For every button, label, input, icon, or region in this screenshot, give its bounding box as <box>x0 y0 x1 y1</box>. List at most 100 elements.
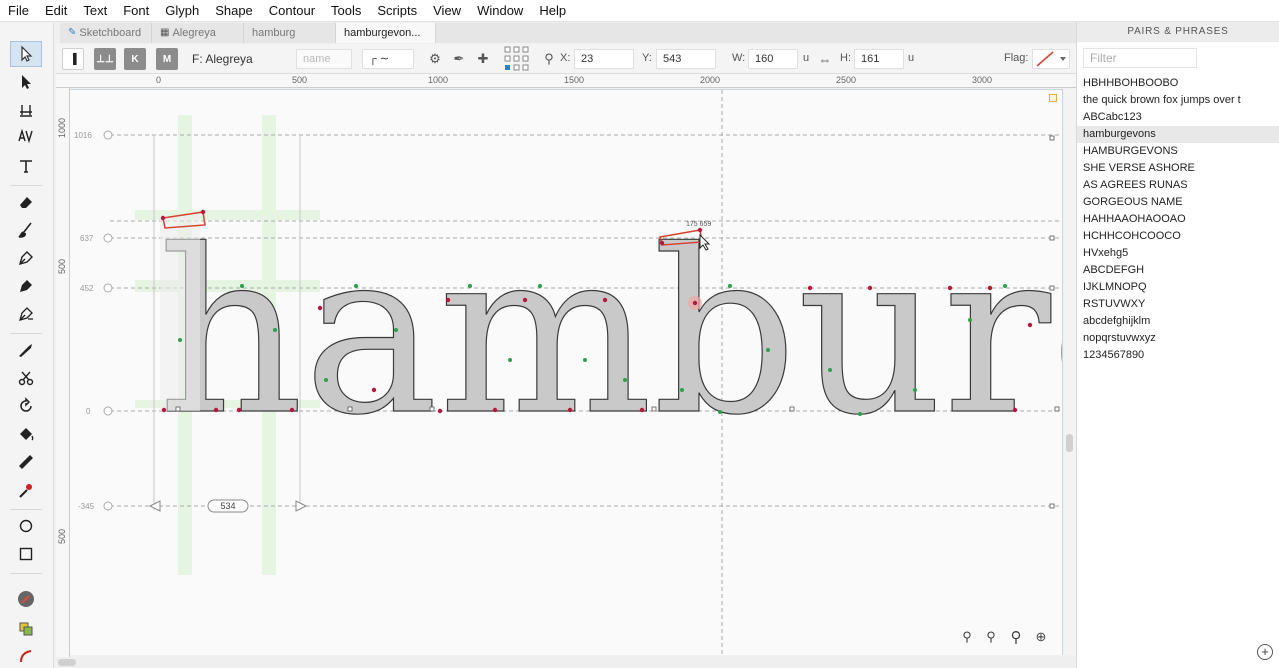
glyph-name-field[interactable]: name <box>296 49 352 69</box>
brush-icon[interactable] <box>10 217 42 243</box>
phrase-item[interactable]: AS AGREES RUNAS <box>1077 177 1279 194</box>
toolbar-divider <box>10 509 42 510</box>
tool-palette <box>0 23 54 668</box>
descender-label: -345 <box>78 502 95 511</box>
zoom-in-icon[interactable]: ⚲ <box>1007 628 1025 646</box>
menu-contour[interactable]: Contour <box>261 0 323 22</box>
tab-hamburg[interactable]: hamburg <box>244 23 336 43</box>
pen-alt-icon[interactable] <box>10 301 42 327</box>
add-phrase-button[interactable]: + <box>1257 644 1273 660</box>
phrase-item[interactable]: abcdefghijklm <box>1077 313 1279 330</box>
pen-icon[interactable]: ✒ <box>450 50 468 68</box>
pen-nib-icon[interactable] <box>10 245 42 271</box>
toolbar-divider <box>10 185 42 186</box>
kerning-mode-button[interactable]: K <box>124 48 146 70</box>
baseline-label: 0 <box>86 407 91 416</box>
filter-input[interactable]: Filter <box>1083 48 1197 68</box>
note-icon[interactable] <box>1049 94 1057 102</box>
point-type-buttons[interactable]: ┌ ∼ <box>362 49 414 69</box>
ruler-icon[interactable] <box>10 449 42 475</box>
advance-width-label: 534 <box>220 501 235 511</box>
phrase-item[interactable]: GORGEOUS NAME <box>1077 194 1279 211</box>
width-field[interactable]: 160 <box>748 49 798 69</box>
metrics-mode-button[interactable]: M <box>156 48 178 70</box>
flag-dropdown[interactable] <box>1032 49 1070 69</box>
phrase-item[interactable]: HBHHBOHBOOBO <box>1077 75 1279 92</box>
phrase-item[interactable]: IJKLMNOPQ <box>1077 279 1279 296</box>
layers-icon[interactable] <box>10 616 42 642</box>
eraser-icon[interactable] <box>10 189 42 215</box>
phrase-item[interactable]: SHE VERSE ASHORE <box>1077 160 1279 177</box>
kerning-icon[interactable] <box>10 123 42 149</box>
link-icon[interactable]: ⇔ <box>816 50 834 68</box>
font-label: F: Alegreya <box>192 52 253 66</box>
menu-edit[interactable]: Edit <box>37 0 75 22</box>
horizontal-scroll-thumb[interactable] <box>58 659 76 666</box>
reference-point-icon[interactable] <box>504 46 530 72</box>
menu-font[interactable]: Font <box>115 0 157 22</box>
scissors-icon[interactable] <box>10 365 42 391</box>
menu-scripts[interactable]: Scripts <box>369 0 425 22</box>
ruler-label: 500 <box>57 258 67 274</box>
zoom-icon[interactable]: ⚲ <box>982 628 1000 646</box>
horizontal-scrollbar[interactable] <box>56 657 1076 668</box>
menu-help[interactable]: Help <box>531 0 574 22</box>
metrics-icon[interactable] <box>10 97 42 123</box>
eyedropper-icon[interactable] <box>10 477 42 503</box>
tab-sketchboard[interactable]: ✎ Sketchboard <box>60 23 152 43</box>
menu-tools[interactable]: Tools <box>323 0 369 22</box>
location-pin-icon: ⚲ <box>544 51 554 66</box>
glyph-canvas[interactable]: 1016 637 452 0 -345 534 hamburgevons 175… <box>70 89 1063 655</box>
ellipse-icon[interactable] <box>10 513 42 539</box>
x-field[interactable]: 23 <box>574 49 634 69</box>
tab-hamburgevons[interactable]: hamburgevon... <box>336 23 436 43</box>
zoom-fit-icon[interactable]: ⊕ <box>1032 628 1050 646</box>
menu-window[interactable]: Window <box>469 0 531 22</box>
panel-toggle-icon[interactable]: ▐ <box>62 48 84 70</box>
menu-text[interactable]: Text <box>75 0 115 22</box>
anchor-icon[interactable]: ✚ <box>474 50 492 68</box>
phrase-item[interactable]: ABCDEFGH <box>1077 262 1279 279</box>
ink-icon[interactable] <box>10 643 42 668</box>
phrase-item[interactable]: ABCabc123 <box>1077 109 1279 126</box>
flag-color-icon <box>1036 51 1066 67</box>
direct-select-icon[interactable] <box>10 69 42 95</box>
fill-bucket-icon[interactable] <box>10 421 42 447</box>
phrase-item[interactable]: HCHHCOHCOOCO <box>1077 228 1279 245</box>
color-picker-icon[interactable] <box>10 586 42 612</box>
phrase-item[interactable]: HAHHAAOHAOOAO <box>1077 211 1279 228</box>
phrase-item[interactable]: HVxehg5 <box>1077 245 1279 262</box>
metrics-mode-icon[interactable]: ⊥⊥ <box>94 48 116 70</box>
phrase-list: HBHHBOHBOOBO the quick brown fox jumps o… <box>1077 75 1279 364</box>
gear-icon[interactable]: ⚙ <box>426 50 444 68</box>
coordinate-readout: 175 659 <box>686 221 711 228</box>
ruler-label: 1500 <box>564 75 585 85</box>
phrase-item[interactable]: the quick brown fox jumps over t <box>1077 92 1279 109</box>
phrase-item[interactable]: nopqrstuvwxyz <box>1077 330 1279 347</box>
toolbar-divider <box>10 573 42 574</box>
menu-glyph[interactable]: Glyph <box>157 0 207 22</box>
selected-glyph-highlight <box>160 214 200 411</box>
menu-shape[interactable]: Shape <box>207 0 261 22</box>
menu-file[interactable]: File <box>0 0 37 22</box>
height-field[interactable]: 161 <box>854 49 904 69</box>
tab-label: hamburg <box>252 27 296 39</box>
y-field[interactable]: 543 <box>656 49 716 69</box>
vertical-scrollbar[interactable] <box>1064 89 1076 655</box>
pen-tool-icon[interactable] <box>10 273 42 299</box>
knife-icon[interactable] <box>10 337 42 363</box>
text-tool-icon[interactable] <box>10 153 42 179</box>
menu-view[interactable]: View <box>425 0 469 22</box>
grid-icon: ▦ <box>160 27 170 38</box>
rectangle-icon[interactable] <box>10 541 42 567</box>
vertical-scroll-thumb[interactable] <box>1066 434 1073 452</box>
tab-alegreya[interactable]: ▦ Alegreya <box>152 23 244 43</box>
phrase-item[interactable]: 1234567890 <box>1077 347 1279 364</box>
select-arrow-icon[interactable] <box>10 41 42 67</box>
rotate-icon[interactable] <box>10 393 42 419</box>
phrase-item[interactable]: RSTUVWXY <box>1077 296 1279 313</box>
zoom-out-icon[interactable]: ⚲ <box>958 628 976 646</box>
phrase-item-selected[interactable]: hamburgevons <box>1077 126 1279 143</box>
phrase-item[interactable]: HAMBURGEVONS <box>1077 143 1279 160</box>
ruler-label: 0 <box>156 75 162 85</box>
